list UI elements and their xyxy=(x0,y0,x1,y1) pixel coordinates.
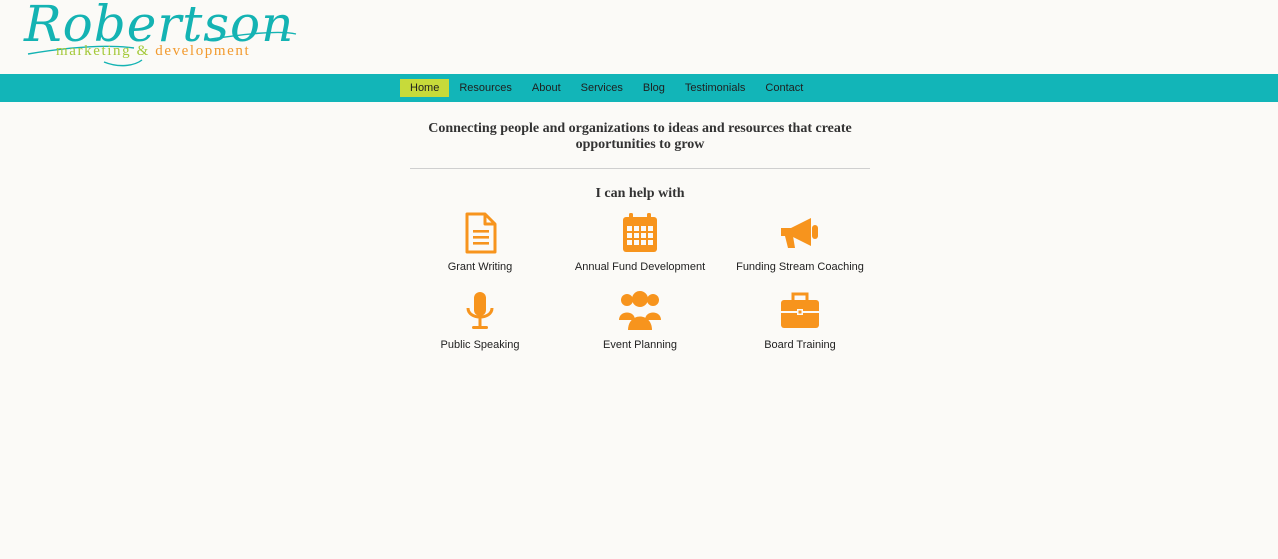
service-label: Event Planning xyxy=(603,339,677,351)
logo-tagline-marketing: marketing xyxy=(56,43,132,59)
help-heading: I can help with xyxy=(595,186,685,201)
nav-item-services[interactable]: Services xyxy=(571,79,633,97)
service-funding-stream-coaching[interactable]: Funding Stream Coaching xyxy=(720,212,880,276)
services-grid: Grant Writing Annual Fund Development Fu… xyxy=(400,212,880,354)
service-event-planning[interactable]: Event Planning xyxy=(560,290,720,354)
service-grant-writing[interactable]: Grant Writing xyxy=(400,212,560,276)
service-label: Public Speaking xyxy=(440,339,520,351)
service-label: Annual Fund Development xyxy=(574,261,706,273)
nav-item-contact[interactable]: Contact xyxy=(755,79,813,97)
divider xyxy=(410,168,870,169)
microphone-icon xyxy=(466,292,494,329)
service-label: Grant Writing xyxy=(447,261,513,273)
service-public-speaking[interactable]: Public Speaking xyxy=(400,290,560,354)
calendar-icon xyxy=(623,213,657,252)
document-icon xyxy=(465,212,497,254)
site-header: Robertson marketing & development xyxy=(0,0,1278,74)
nav-item-about[interactable]: About xyxy=(522,79,571,97)
nav-item-home[interactable]: Home xyxy=(400,79,450,97)
logo-tagline: marketing & development xyxy=(56,42,250,60)
nav-items: Home Resources About Services Blog Testi… xyxy=(400,79,813,97)
nav-item-blog[interactable]: Blog xyxy=(633,79,675,97)
service-label: Board Training xyxy=(764,339,836,351)
logo-tagline-amp: & xyxy=(136,43,150,59)
group-icon xyxy=(619,291,661,330)
logo-tagline-development: development xyxy=(155,43,251,59)
service-board-training[interactable]: Board Training xyxy=(720,290,880,354)
briefcase-icon xyxy=(781,292,819,328)
service-label: Funding Stream Coaching xyxy=(736,261,864,273)
nav-item-testimonials[interactable]: Testimonials xyxy=(675,79,756,97)
service-annual-fund-development[interactable]: Annual Fund Development xyxy=(560,212,720,276)
nav-item-resources[interactable]: Resources xyxy=(449,79,522,97)
site-logo[interactable]: Robertson marketing & development xyxy=(24,0,304,68)
megaphone-icon xyxy=(781,218,818,248)
main-navigation: Home Resources About Services Blog Testi… xyxy=(0,74,1278,102)
hero-tagline: Connecting people and organizations to i… xyxy=(428,121,852,152)
